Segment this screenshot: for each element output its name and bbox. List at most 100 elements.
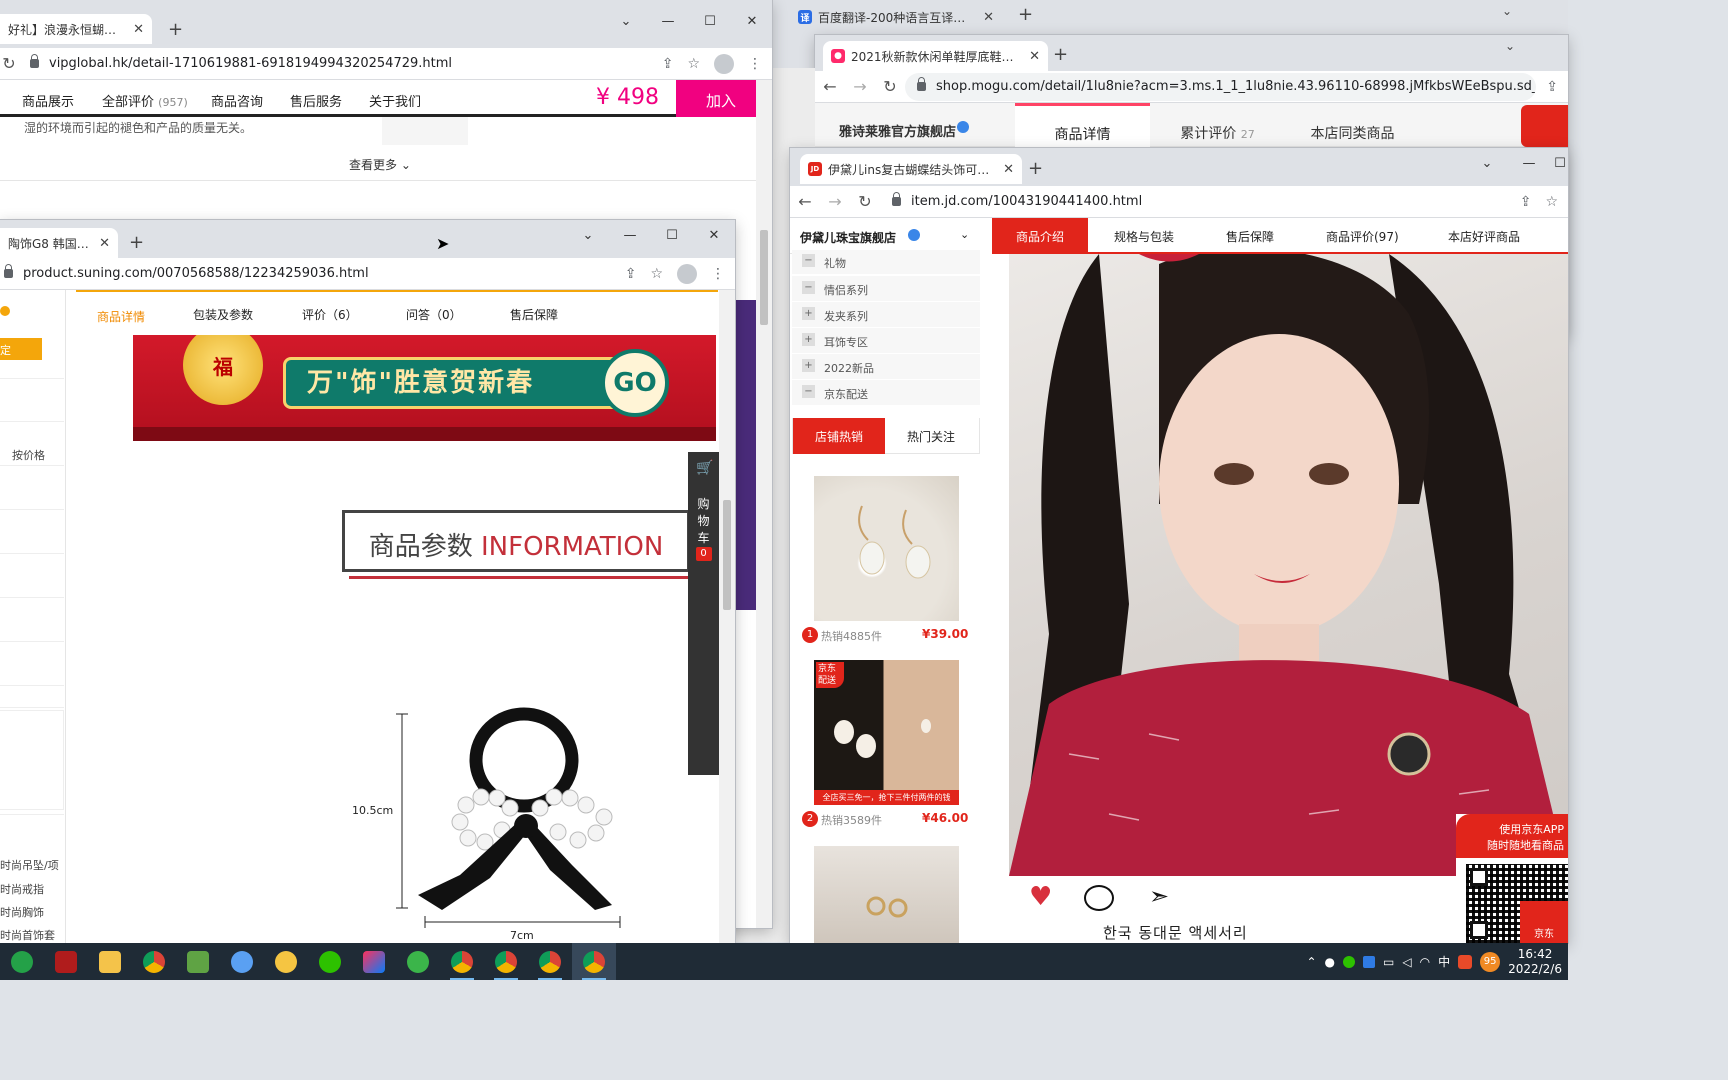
tab-vip[interactable]: 好礼】浪漫永恒蝴蝶结… ✕ <box>0 14 152 44</box>
new-tab-button[interactable]: + <box>168 19 183 40</box>
maximize-icon[interactable]: ☐ <box>651 220 693 250</box>
tab-product-detail[interactable]: 商品详情 <box>97 308 145 325</box>
side-category-brooch[interactable]: 时尚胸饰 <box>0 904 44 920</box>
baidu-netdisk-icon[interactable] <box>220 943 264 980</box>
tab-search-icon[interactable]: ⌄ <box>605 6 647 36</box>
minimize-icon[interactable]: — <box>609 220 651 250</box>
expand-icon[interactable]: + <box>802 307 815 320</box>
scroll-thumb[interactable] <box>723 500 731 610</box>
tab-reviews[interactable]: 累计评价 27 <box>1150 103 1285 147</box>
settings-icon[interactable] <box>396 943 440 980</box>
product-main-image[interactable] <box>1009 254 1568 876</box>
share-icon[interactable]: ⇪ <box>625 266 637 282</box>
chrome-icon[interactable] <box>572 943 616 980</box>
heart-icon[interactable]: ♥ <box>1029 882 1052 912</box>
tab-mogu[interactable]: ● 2021秋新款休闲单鞋厚底鞋松糕 ✕ <box>823 41 1048 71</box>
new-tab-button[interactable]: + <box>1053 44 1068 65</box>
system-clock[interactable]: 16:42 2022/2/6 <box>1508 947 1562 977</box>
forward-icon[interactable]: → <box>845 77 875 96</box>
microphone-icon[interactable]: ● <box>1325 955 1335 969</box>
notepad-icon[interactable] <box>176 943 220 980</box>
chrome-icon[interactable] <box>132 943 176 980</box>
tab-search-icon[interactable]: ⌄ <box>1502 4 1512 18</box>
chrome-icon[interactable] <box>440 943 484 980</box>
product-thumbnail[interactable]: 京东配送 全店买三免一，抢下三件付两件的钱 <box>814 660 959 805</box>
side-category-set[interactable]: 时尚首饰套 <box>0 927 55 943</box>
address-bar[interactable]: vipglobal.hk/detail-1710619881-691819499… <box>18 49 652 78</box>
bookmark-star-icon[interactable]: ☆ <box>1545 194 1558 210</box>
bookmark-star-icon[interactable]: ☆ <box>650 266 663 282</box>
wechat-icon[interactable] <box>308 943 352 980</box>
tab-suning[interactable]: 陶饰G8 韩国东大 ✕ <box>0 228 118 258</box>
chevron-down-icon[interactable]: ⌄ <box>960 228 969 241</box>
tab-similar-products[interactable]: 本店同类商品 <box>1285 103 1420 147</box>
battery-icon[interactable]: ▭ <box>1383 955 1394 969</box>
expand-icon[interactable]: + <box>802 333 815 346</box>
tab-after-sales[interactable]: 售后保障 <box>510 306 558 323</box>
category-item[interactable]: + 耳饰专区 <box>792 328 980 353</box>
side-category-pendant[interactable]: 时尚吊坠/项 <box>0 857 59 873</box>
new-tab-button[interactable]: + <box>1028 158 1043 179</box>
intellij-icon[interactable] <box>352 943 396 980</box>
address-bar[interactable]: shop.mogu.com/detail/1lu8nie?acm=3.ms.1_… <box>905 72 1537 101</box>
address-bar[interactable]: item.jd.com/10043190441400.html <box>880 187 1510 216</box>
add-to-cart-button[interactable]: 加入 <box>676 80 756 117</box>
product-thumbnail[interactable] <box>814 476 959 621</box>
category-item[interactable]: + 发夹系列 <box>792 302 980 327</box>
category-item[interactable]: − 礼物 <box>792 250 980 275</box>
bluetooth-icon[interactable] <box>1363 955 1376 968</box>
tray-expand-icon[interactable]: ⌃ <box>1306 955 1316 969</box>
minimize-icon[interactable]: — <box>647 6 689 36</box>
back-icon[interactable]: ← <box>790 192 820 211</box>
notification-badge[interactable]: 95 <box>1480 951 1501 972</box>
tab-store-recommend[interactable]: 本店好评商品 <box>1448 228 1520 245</box>
menu-icon[interactable]: ⋮ <box>711 266 725 282</box>
close-tab-icon[interactable]: ✕ <box>1029 49 1040 64</box>
forward-icon[interactable]: → <box>820 192 850 211</box>
collapse-icon[interactable]: − <box>802 281 815 294</box>
product-thumbnail[interactable] <box>814 846 959 943</box>
view-more-link[interactable]: 查看更多 ⌄ <box>349 156 411 173</box>
tab-product-detail[interactable]: 商品详情 <box>1015 103 1150 147</box>
send-icon[interactable]: ➣ <box>1149 882 1169 910</box>
tab-product-intro[interactable]: 商品介绍 <box>992 218 1088 252</box>
app-icon[interactable] <box>264 943 308 980</box>
suning-scrollbar[interactable] <box>719 290 735 943</box>
bookmark-star-icon[interactable]: ☆ <box>687 56 700 72</box>
close-tab-icon[interactable]: ✕ <box>99 236 110 251</box>
tab-jd[interactable]: JD 伊黛儿ins复古蝴蝶结头饰可爱抓… ✕ <box>800 154 1022 184</box>
profile-avatar[interactable] <box>677 263 697 284</box>
maximize-icon[interactable]: ☐ <box>689 6 731 36</box>
tab-store-hot[interactable]: 店铺热销 <box>793 418 885 454</box>
category-item[interactable]: +2022新品 <box>792 354 980 379</box>
chrome-icon[interactable] <box>484 943 528 980</box>
tab-package-params[interactable]: 包装及参数 <box>193 306 253 323</box>
nav-about-us[interactable]: 关于我们 <box>369 91 421 110</box>
new-tab-button[interactable]: + <box>1018 4 1033 25</box>
network-icon[interactable]: ◠ <box>1420 955 1430 969</box>
close-window-icon[interactable]: ✕ <box>731 6 772 36</box>
tab-baidu-translate[interactable]: 译 百度翻译-200种语言互译、沟通… ✕ <box>790 2 1002 32</box>
wechat-tray-icon[interactable] <box>1343 955 1356 968</box>
explorer-icon[interactable] <box>88 943 132 980</box>
nav-all-reviews[interactable]: 全部评价 (957) <box>102 91 188 110</box>
profile-avatar[interactable] <box>714 53 734 74</box>
ime-indicator[interactable]: 中 <box>1438 953 1450 970</box>
share-icon[interactable]: ⇪ <box>1546 79 1558 95</box>
reload-icon[interactable]: ↻ <box>875 77 905 96</box>
comment-icon[interactable] <box>1084 885 1114 911</box>
category-item[interactable]: − 京东配送 <box>792 380 980 405</box>
close-tab-icon[interactable]: ✕ <box>133 22 144 37</box>
address-bar[interactable]: product.suning.com/0070568588/1223425903… <box>0 259 615 288</box>
reload-icon[interactable]: ↻ <box>0 54 18 73</box>
reload-icon[interactable]: ↻ <box>850 192 880 211</box>
new-tab-button[interactable]: + <box>129 232 144 253</box>
banner-go-button[interactable]: GO <box>601 349 669 417</box>
tab-hot-follow[interactable]: 热门关注 <box>907 428 955 445</box>
cart-floater[interactable]: 🛒 购 物 车 0 <box>688 452 719 775</box>
nav-product-display[interactable]: 商品展示 <box>22 91 74 110</box>
cart-button[interactable] <box>1521 105 1568 147</box>
back-icon[interactable]: ← <box>815 77 845 96</box>
sogou-icon[interactable] <box>1458 954 1473 969</box>
new-year-banner[interactable]: 福 万"饰"胜意贺新春 GO <box>133 335 716 441</box>
